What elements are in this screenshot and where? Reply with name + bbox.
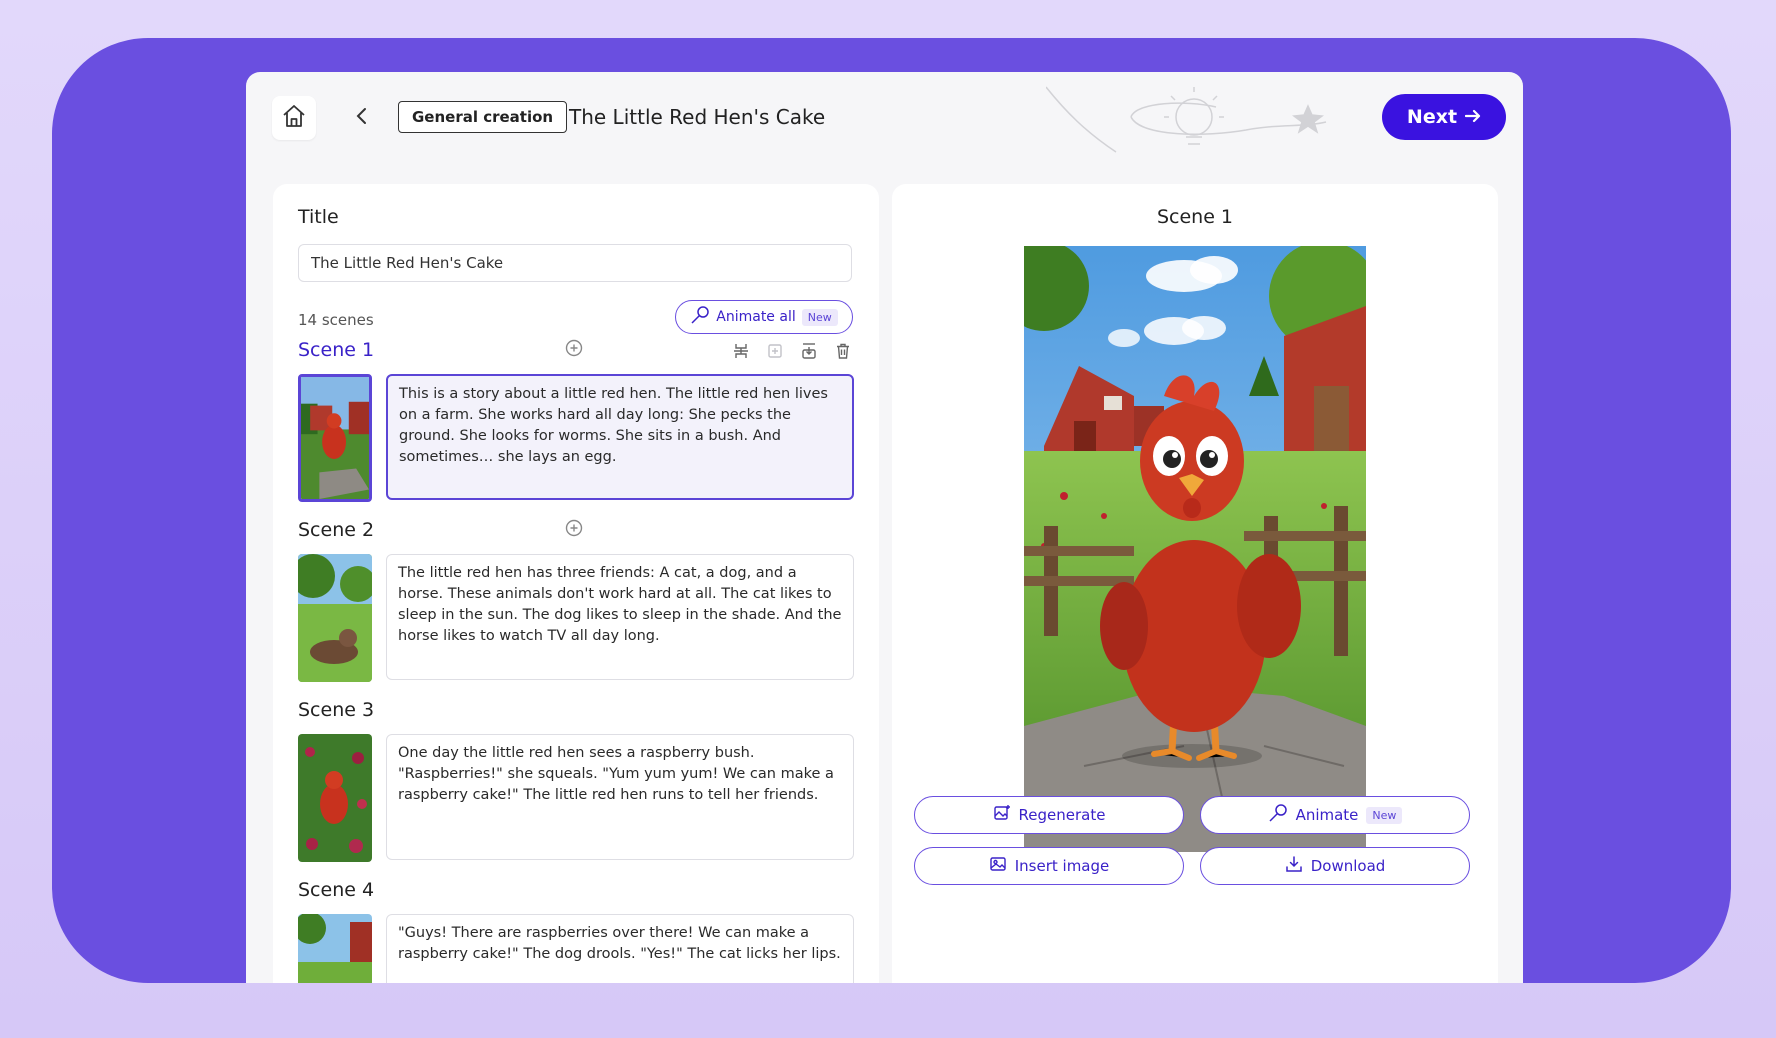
scene-item: Scene 1 This is a story about a little r…: [298, 338, 854, 518]
split-icon: [734, 344, 748, 358]
scene-toolbar: [730, 340, 854, 362]
delete-scene-button[interactable]: [832, 340, 854, 362]
image-icon: [989, 855, 1007, 877]
promo-frame: General creation The Little Red Hen's Ca…: [52, 38, 1731, 983]
scene-text-input[interactable]: One day the little red hen sees a raspbe…: [386, 734, 854, 860]
scene-editor-panel: Title 14 scenes Animate all New Scene 1: [273, 184, 879, 983]
animate-label: Animate: [1295, 806, 1359, 824]
merge-up-icon: [768, 344, 782, 358]
preview-title: Scene 1: [1156, 206, 1234, 228]
split-scene-button[interactable]: [730, 340, 752, 362]
new-badge: New: [801, 308, 838, 326]
lightbulb-doodle-icon: [1045, 82, 1366, 186]
scene-thumbnail[interactable]: [298, 554, 372, 682]
scene-text-input[interactable]: The little red hen has three friends: A …: [386, 554, 854, 680]
add-scene-button[interactable]: [564, 519, 584, 541]
scene-item: Scene 3 One day the little red hen sees …: [298, 698, 854, 878]
merge-down-button[interactable]: [798, 340, 820, 362]
title-label: Title: [298, 206, 339, 228]
plus-circle-icon: [565, 339, 583, 361]
scene-label[interactable]: Scene 4: [298, 878, 374, 902]
arrow-right-icon: [1464, 106, 1481, 128]
scene-item: Scene 4 "Guys! There are raspberries ove…: [298, 878, 854, 983]
animate-all-label: Animate all: [716, 309, 796, 325]
next-button[interactable]: Next: [1382, 94, 1506, 140]
image-sparkle-icon: [993, 804, 1011, 826]
home-icon: [281, 103, 307, 133]
scene-label[interactable]: Scene 3: [298, 698, 374, 722]
insert-image-label: Insert image: [1014, 857, 1110, 875]
animate-all-button[interactable]: Animate all New: [675, 300, 853, 334]
title-input[interactable]: [298, 244, 852, 282]
scene-thumbnail[interactable]: [298, 914, 372, 983]
scene-label[interactable]: Scene 1: [298, 338, 374, 362]
merge-up-button[interactable]: [764, 340, 786, 362]
header: General creation The Little Red Hen's Ca…: [246, 72, 1523, 184]
magic-wand-icon: [1268, 803, 1288, 827]
scene-text-input[interactable]: This is a story about a little red hen. …: [386, 374, 854, 500]
magic-wand-icon: [690, 305, 710, 329]
merge-down-icon: [802, 343, 816, 359]
download-label: Download: [1310, 857, 1386, 875]
scene-label[interactable]: Scene 2: [298, 518, 374, 542]
download-button[interactable]: Download: [1200, 847, 1470, 885]
new-badge: New: [1366, 806, 1403, 824]
insert-image-button[interactable]: Insert image: [914, 847, 1184, 885]
download-icon: [1285, 855, 1303, 877]
back-button[interactable]: [346, 102, 378, 134]
scene-item: Scene 2 The little red hen has three fri…: [298, 518, 854, 698]
scene-thumbnail[interactable]: [298, 374, 372, 502]
app-window: General creation The Little Red Hen's Ca…: [246, 72, 1523, 983]
add-scene-button[interactable]: [564, 339, 584, 361]
scene-thumbnail[interactable]: [298, 734, 372, 862]
scene-count: 14 scenes: [298, 311, 374, 329]
home-button[interactable]: [272, 96, 316, 140]
scene-preview-image: [1024, 246, 1366, 852]
regenerate-button[interactable]: Regenerate: [914, 796, 1184, 834]
plus-circle-icon: [565, 519, 583, 541]
regenerate-label: Regenerate: [1018, 806, 1106, 824]
creation-type-badge: General creation: [398, 101, 568, 133]
scene-text-input[interactable]: "Guys! There are raspberries over there!…: [386, 914, 854, 983]
animate-button[interactable]: Animate New: [1200, 796, 1470, 834]
next-label: Next: [1406, 106, 1458, 128]
trash-icon: [837, 343, 849, 359]
chevron-left-icon: [354, 107, 370, 129]
preview-panel: Scene 1 Regenerate Animate New Insert im…: [892, 184, 1498, 983]
document-title: The Little Red Hen's Cake: [569, 105, 826, 129]
